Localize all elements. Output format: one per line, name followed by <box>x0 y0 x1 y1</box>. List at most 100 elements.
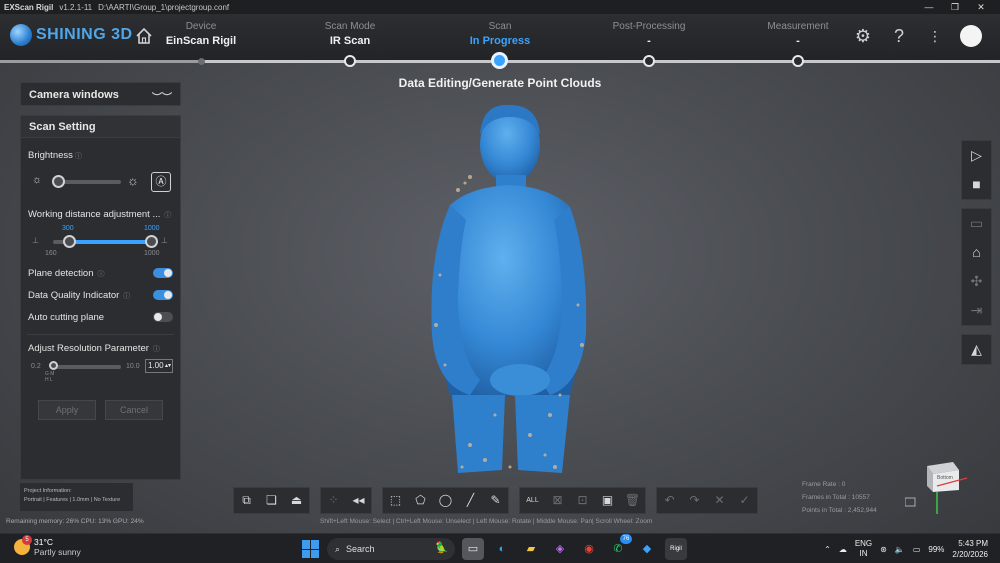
project-info-title: Project Information: <box>24 488 72 494</box>
auto-brightness-button[interactable]: Ⓐ <box>151 172 171 192</box>
distance-far-icon: ⊥ <box>161 236 168 245</box>
plane-detection-label: Plane detection <box>28 268 94 279</box>
panel-layout-icon[interactable]: ▭ <box>962 209 991 238</box>
select-all-icon[interactable]: ALL <box>520 488 545 513</box>
working-distance-min: 160 <box>45 250 57 257</box>
working-distance-low-handle[interactable] <box>63 235 76 248</box>
volume-icon[interactable]: 🔈 <box>895 545 905 554</box>
minimize-button[interactable]: — <box>916 0 942 14</box>
step-measurement-label: Measurement <box>767 21 829 32</box>
cancel-button[interactable]: Cancel <box>105 400 163 420</box>
step-device[interactable]: Device EinScan Rigil <box>141 21 261 47</box>
edge-browser-icon[interactable]: ◐ <box>491 538 513 560</box>
step-scan-mode-label: Scan Mode <box>324 21 376 32</box>
polygon-select-icon[interactable]: ⬠ <box>408 488 433 513</box>
line-select-icon[interactable]: ╱ <box>458 488 483 513</box>
cancel-x-icon[interactable]: ✕ <box>707 488 732 513</box>
exscan-rigil-taskbar-icon[interactable]: Rigil <box>665 538 687 560</box>
weather-widget[interactable]: 5 31°C Partly sunny <box>14 535 81 557</box>
view-cube[interactable]: Bottom <box>904 458 975 518</box>
help-icon[interactable]: ? <box>888 25 910 47</box>
resolution-input[interactable]: 1.00 ▴▾ <box>145 359 173 373</box>
taskbar-search[interactable]: ⌕ Search 🦜 <box>327 538 455 560</box>
resolution-tick-labels-2: H L <box>45 377 53 383</box>
camera-windows-panel[interactable]: Camera windows ︶︶ <box>20 82 181 106</box>
undo-icon[interactable]: ↶ <box>657 488 682 513</box>
restore-button[interactable]: ❐ <box>942 0 968 14</box>
rewind-icon[interactable]: ◂◂ <box>346 488 371 513</box>
scanned-3d-model[interactable] <box>410 95 590 480</box>
scan-platform-icon[interactable]: ⏏ <box>284 488 309 513</box>
network-icon[interactable]: ⊛ <box>880 545 887 554</box>
weather-temp: 31°C <box>34 537 53 547</box>
step-device-value: EinScan Rigil <box>165 35 237 47</box>
invert-select-icon[interactable]: ⊡ <box>570 488 595 513</box>
points-icon[interactable]: ⁘ <box>321 488 346 513</box>
resolution-slider-handle[interactable] <box>49 361 58 370</box>
chrome-browser-icon[interactable]: ◉ <box>578 538 600 560</box>
clock-time: 5:43 PM <box>958 539 988 548</box>
working-distance-high-handle[interactable] <box>145 235 158 248</box>
step-scan-value: In Progress <box>469 35 531 47</box>
clock-date: 2/20/2026 <box>952 550 988 559</box>
redo-icon[interactable]: ↷ <box>682 488 707 513</box>
photos-app-icon[interactable]: ◈ <box>549 538 571 560</box>
right-toolbar: ▷ ■ ▭ ⌂ ✣ ⇥ ◭ <box>961 140 992 373</box>
working-distance-row: Working distance adjustment ... ⓘ <box>28 209 171 220</box>
divider <box>27 334 174 335</box>
whatsapp-icon[interactable]: ✆ 76 <box>607 534 632 560</box>
language-indicator[interactable]: ENG IN <box>855 539 872 559</box>
bottom-toolbar: ⧉ ❏ ⏏ ⁘ ◂◂ ⬚ ⬠ ◯ ╱ ✎ ALL ⊠ ⊡ ▣ 🗑 ↶ ↷ ✕ ✓ <box>233 487 768 514</box>
step-measurement[interactable]: Measurement - <box>738 21 858 47</box>
brand-logo: SHINING 3D <box>10 24 133 46</box>
step-scan[interactable]: Scan In Progress <box>440 21 560 47</box>
user-avatar[interactable] <box>960 25 982 47</box>
data-quality-row: Data Quality Indicator ⓘ <box>28 290 130 301</box>
data-quality-label: Data Quality Indicator <box>28 290 120 301</box>
file-explorer-icon[interactable]: ▰ <box>520 538 542 560</box>
plane-detection-row: Plane detection ⓘ <box>28 268 104 279</box>
more-vertical-icon[interactable]: ⋮ <box>924 25 946 47</box>
cloud-icon[interactable]: ☁ <box>839 545 847 554</box>
weather-badge: 5 <box>22 535 32 545</box>
eye-closed-icon[interactable]: ︶︶ <box>152 89 172 104</box>
brush-select-icon[interactable]: ✎ <box>483 488 508 513</box>
step-post-processing[interactable]: Post-Processing - <box>589 21 709 47</box>
project-path: D:\AARTI\Group_1\projectgroup.conf <box>98 2 230 12</box>
plane-detection-toggle[interactable] <box>153 268 173 278</box>
windows-taskbar: 5 31°C Partly sunny ⌕ Search 🦜 ▭ ◐ ▰ ◈ ◉… <box>0 533 1000 563</box>
export-icon[interactable]: ⇥ <box>962 296 991 325</box>
tray-chevron-icon[interactable]: ⌃ <box>824 545 831 554</box>
apply-button[interactable]: Apply <box>38 400 96 420</box>
deselect-icon[interactable]: ⊠ <box>545 488 570 513</box>
mesh-triangle-icon[interactable]: ◭ <box>962 335 991 364</box>
weather-desc: Partly sunny <box>34 547 81 557</box>
play-edit-icon[interactable]: ▷ <box>962 141 991 170</box>
confirm-check-icon[interactable]: ✓ <box>732 488 757 513</box>
brightness-label: Brightness <box>28 150 73 161</box>
resolution-slider[interactable] <box>51 365 121 369</box>
lasso-select-icon[interactable]: ◯ <box>433 488 458 513</box>
step-device-label: Device <box>185 21 217 32</box>
rectangle-select-icon[interactable]: ⬚ <box>383 488 408 513</box>
auto-cutting-toggle[interactable] <box>153 312 173 322</box>
cleanup-brush-icon[interactable]: ⌂ <box>962 238 991 267</box>
store-app-icon[interactable]: ◆ <box>636 538 658 560</box>
puzzle-icon[interactable]: ✣ <box>962 267 991 296</box>
select-layer-icon[interactable]: ⧉ <box>234 488 259 513</box>
exscan-rigil-taskbar-label: Rigil <box>670 546 682 552</box>
delete-icon[interactable]: 🗑 <box>620 488 645 513</box>
close-button[interactable]: ✕ <box>968 0 994 14</box>
stop-square-icon[interactable]: ■ <box>962 170 991 199</box>
system-status: Remaining memory: 26% CPU: 13% GPU: 24% <box>6 518 144 525</box>
windows-start-icon[interactable] <box>302 540 320 558</box>
data-quality-toggle[interactable] <box>153 290 173 300</box>
clock[interactable]: 5:43 PM 2/20/2026 <box>952 538 988 560</box>
settings-gear-icon[interactable]: ⚙ <box>852 25 874 47</box>
select-connected-icon[interactable]: ▣ <box>595 488 620 513</box>
task-view-icon[interactable]: ▭ <box>462 538 484 560</box>
battery-icon[interactable]: ▭ <box>913 545 921 554</box>
step-scan-mode[interactable]: Scan Mode IR Scan <box>290 21 410 47</box>
copy-view-icon[interactable]: ❏ <box>259 488 284 513</box>
brightness-slider-handle[interactable] <box>52 175 66 188</box>
